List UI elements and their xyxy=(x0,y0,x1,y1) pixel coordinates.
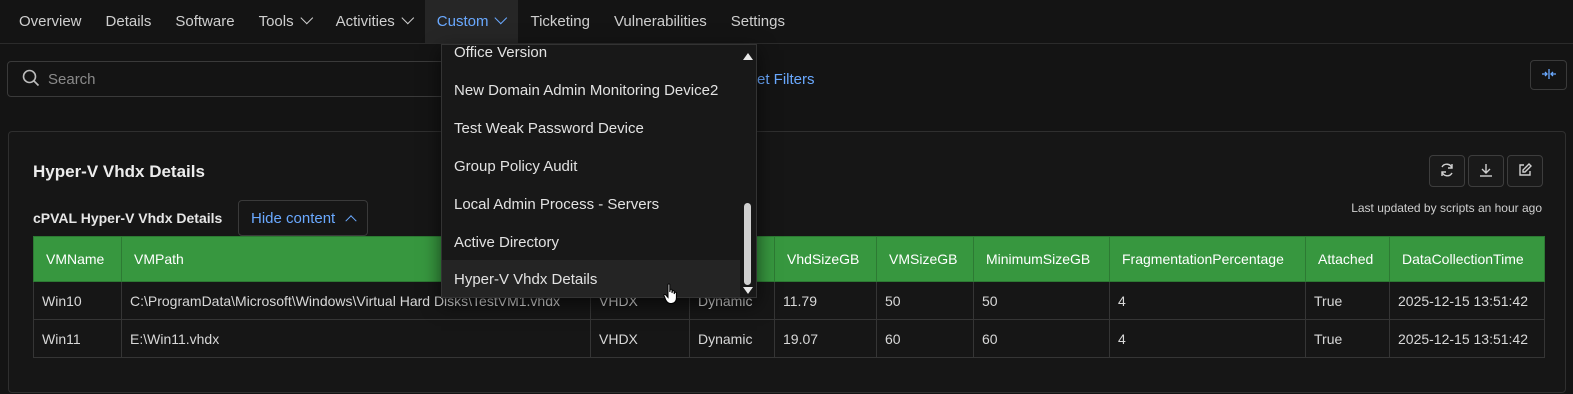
table-cell: 2025-12-15 13:51:42 xyxy=(1389,281,1545,320)
download-button[interactable] xyxy=(1468,155,1504,187)
table-cell: 4 xyxy=(1109,281,1306,320)
menu-item[interactable]: Group Policy Audit xyxy=(442,147,740,185)
tab-custom[interactable]: Custom xyxy=(424,0,519,43)
tab-label: Overview xyxy=(19,13,82,30)
refresh-icon xyxy=(1439,162,1455,181)
tab-label: Details xyxy=(105,13,152,30)
tab-software[interactable]: Software xyxy=(163,0,246,43)
chevron-down-icon xyxy=(300,11,313,25)
tab-settings[interactable]: Settings xyxy=(719,0,797,43)
tab-ticketing[interactable]: Ticketing xyxy=(518,0,601,43)
tab-details[interactable]: Details xyxy=(94,0,164,43)
table-cell: 60 xyxy=(973,319,1110,358)
chevron-up-icon xyxy=(345,215,357,227)
menu-item[interactable]: New Domain Admin Monitoring Device2 xyxy=(442,71,740,109)
tab-label: Vulnerabilities xyxy=(613,13,707,30)
hide-content-label: Hide content xyxy=(251,209,336,227)
menu-item[interactable]: Test Weak Password Device xyxy=(442,109,740,147)
download-icon xyxy=(1478,162,1494,181)
menu-item[interactable]: Active Directory xyxy=(442,223,740,261)
reset-filters-link[interactable]: et Filters xyxy=(757,71,815,88)
table-row[interactable]: Win11 E:\Win11.vhdx VHDX Dynamic 19.07 6… xyxy=(33,319,1545,358)
tab-activities[interactable]: Activities xyxy=(324,0,425,43)
scrollbar-thumb[interactable] xyxy=(744,203,751,285)
section-subtitle: cPVAL Hyper-V Vhdx Details xyxy=(33,210,223,226)
menu-item[interactable]: Local Admin Process - Servers xyxy=(442,185,740,223)
tab-label: Ticketing xyxy=(530,13,590,30)
table-cell: 60 xyxy=(876,319,974,358)
table-cell: Win10 xyxy=(33,281,122,320)
edit-icon xyxy=(1517,162,1533,181)
table-cell: True xyxy=(1305,319,1390,358)
scroll-down-arrow-icon[interactable] xyxy=(743,287,753,294)
search-box xyxy=(7,61,452,97)
tab-tools[interactable]: Tools xyxy=(247,0,324,43)
menu-item[interactable]: Office Version xyxy=(442,45,740,71)
tab-label: Custom xyxy=(436,13,489,30)
table-cell: 4 xyxy=(1109,319,1306,358)
search-icon xyxy=(22,69,40,90)
column-header[interactable]: VMSizeGB xyxy=(876,236,974,282)
table-cell: E:\Win11.vhdx xyxy=(121,319,591,358)
tab-vulnerabilities[interactable]: Vulnerabilities xyxy=(602,0,719,43)
tab-label: Tools xyxy=(258,13,294,30)
last-updated-text: Last updated by scripts an hour ago xyxy=(1351,201,1542,215)
dropdown-scrollbar[interactable] xyxy=(740,45,756,297)
panel-title: Hyper-V Vhdx Details xyxy=(33,162,205,181)
panel-toolbar xyxy=(1429,155,1543,187)
table-header-row: VMName VMPath VhdSizeGB VMSizeGB Minimum… xyxy=(33,236,1545,282)
hand-cursor-icon xyxy=(663,283,679,308)
column-header[interactable]: VMName xyxy=(33,236,122,282)
column-header[interactable]: Attached xyxy=(1305,236,1390,282)
table-cell: 2025-12-15 13:51:42 xyxy=(1389,319,1545,358)
table-cell: Win11 xyxy=(33,319,122,358)
tab-label: Settings xyxy=(730,13,785,30)
chevron-down-icon xyxy=(401,11,414,25)
custom-dropdown-menu: Office Version New Domain Admin Monitori… xyxy=(441,44,757,298)
details-panel: Hyper-V Vhdx Details cPVAL Hyper-V Vhdx … xyxy=(8,131,1566,393)
column-header[interactable]: DataCollectionTime xyxy=(1389,236,1545,282)
menu-item[interactable]: Hyper-V Vhdx Details xyxy=(442,260,740,297)
table-cell: True xyxy=(1305,281,1390,320)
column-header[interactable]: MinimumSizeGB xyxy=(973,236,1110,282)
collapse-icon xyxy=(1541,67,1557,83)
table-cell: 11.79 xyxy=(774,281,877,320)
table-cell: 50 xyxy=(973,281,1110,320)
hide-content-button[interactable]: Hide content xyxy=(238,200,369,236)
tab-label: Activities xyxy=(335,13,395,30)
table-cell: 19.07 xyxy=(774,319,877,358)
column-header[interactable]: VhdSizeGB xyxy=(774,236,877,282)
collapse-button[interactable] xyxy=(1530,60,1567,90)
chevron-down-icon xyxy=(494,11,508,25)
top-nav: Overview Details Software Tools Activiti… xyxy=(0,0,1573,44)
edit-button[interactable] xyxy=(1507,155,1543,187)
table-cell: 50 xyxy=(876,281,974,320)
table-row[interactable]: Win10 C:\ProgramData\Microsoft\Windows\V… xyxy=(33,281,1545,320)
scroll-up-arrow-icon[interactable] xyxy=(743,53,753,60)
refresh-button[interactable] xyxy=(1429,155,1465,187)
table-cell: VHDX xyxy=(590,319,690,358)
table-cell: Dynamic xyxy=(689,319,775,358)
tab-overview[interactable]: Overview xyxy=(7,0,94,43)
column-header[interactable]: FragmentationPercentage xyxy=(1109,236,1306,282)
search-input[interactable] xyxy=(48,70,428,88)
tab-label: Software xyxy=(175,13,235,30)
vhdx-table: VMName VMPath VhdSizeGB VMSizeGB Minimum… xyxy=(33,236,1545,358)
